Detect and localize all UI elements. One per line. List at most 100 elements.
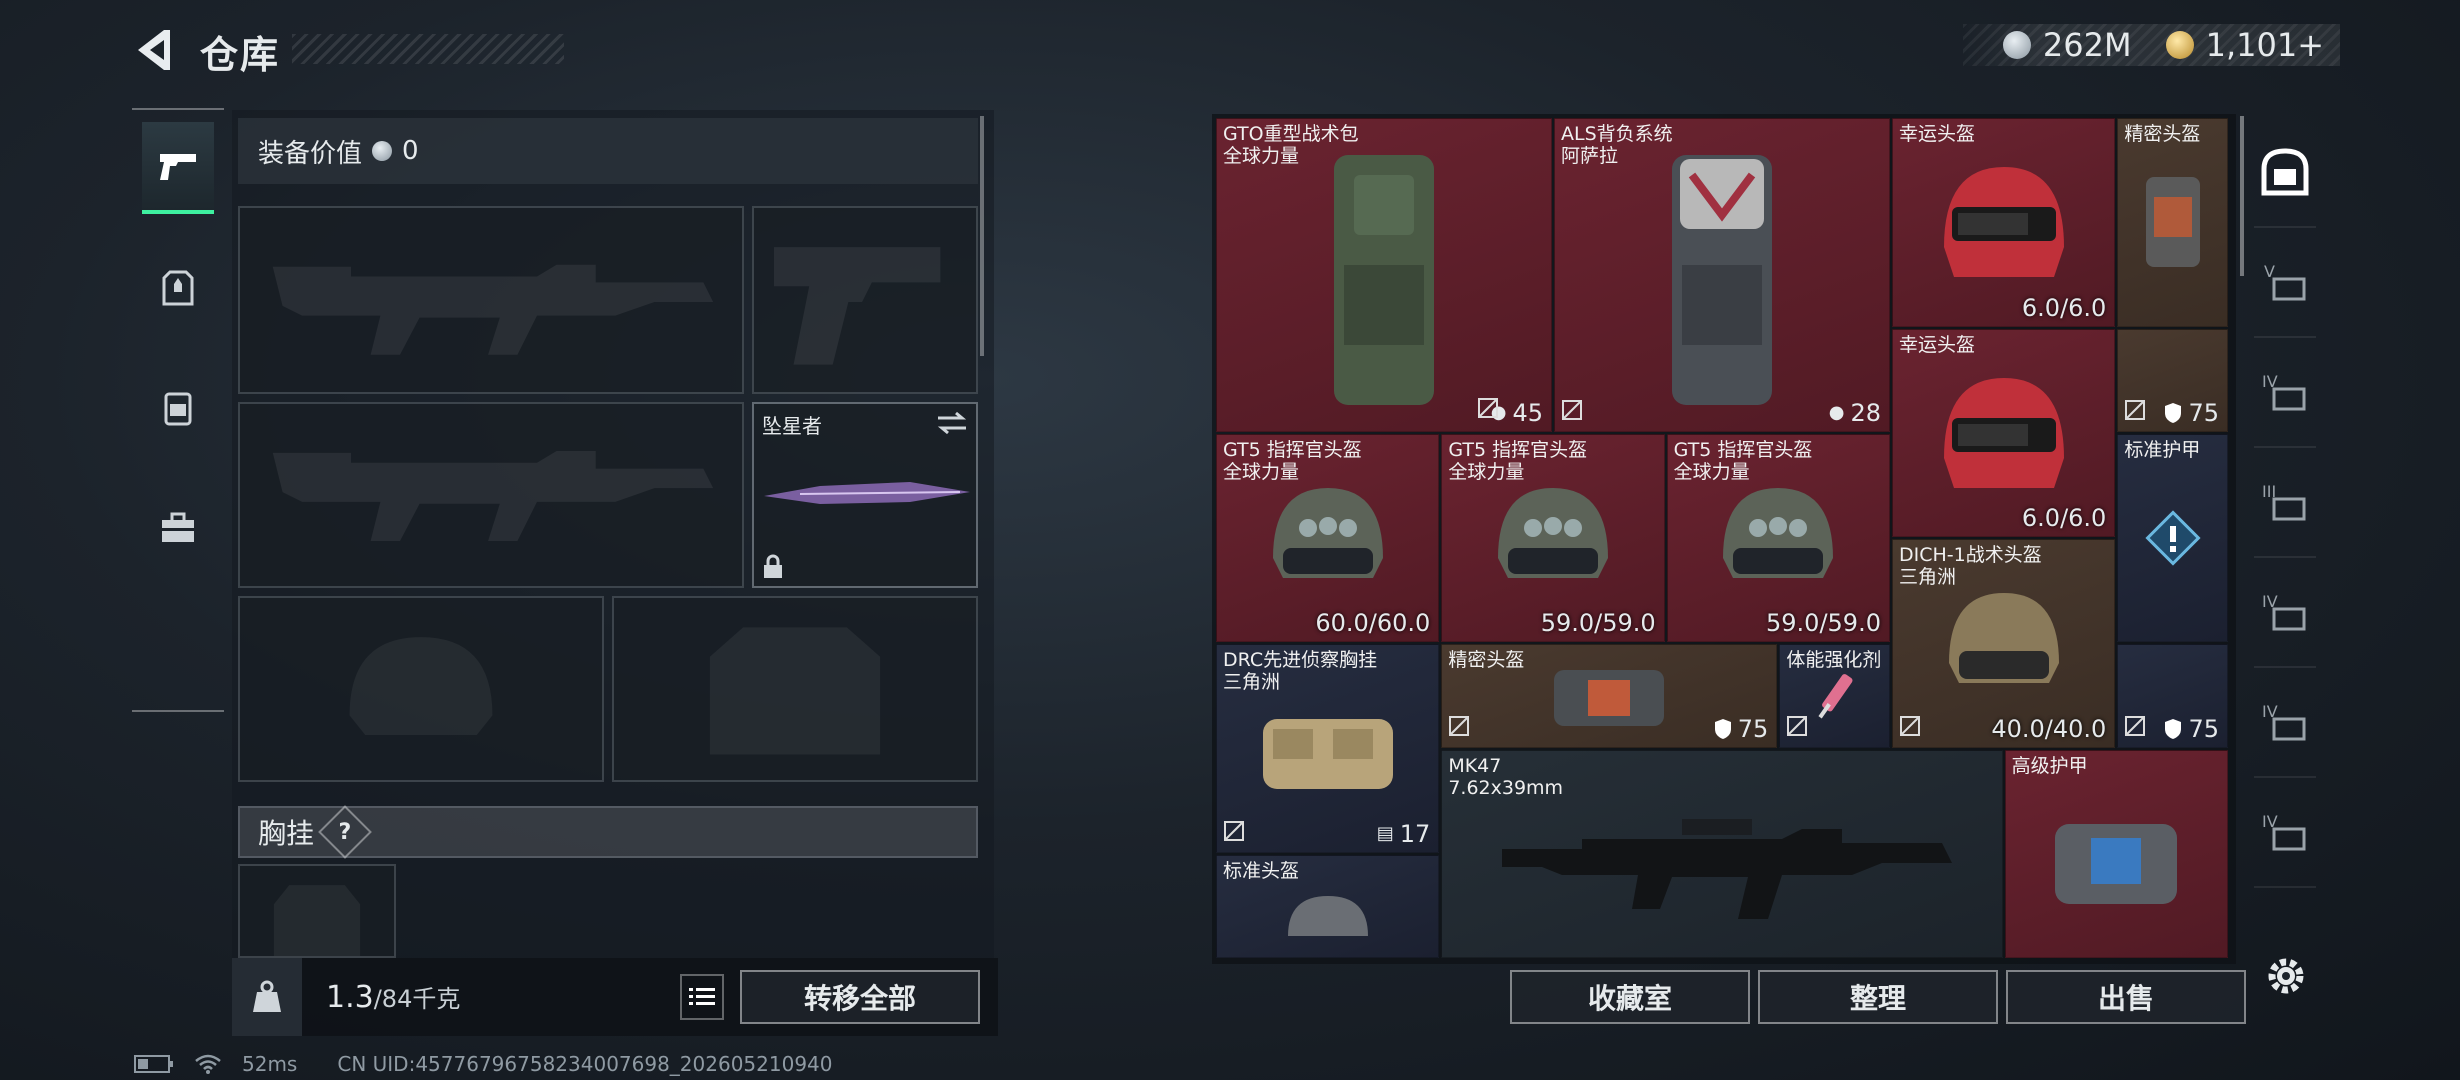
weight-icon [232,958,302,1036]
item-name: 精密头盔 [2124,123,2201,145]
pistol-slot[interactable] [752,206,978,394]
equipment-scrollbar[interactable] [980,116,984,356]
stash-item[interactable]: 幸运头盔 6.0/6.0 [1891,118,2116,327]
stash-scrollbar[interactable] [2240,116,2244,276]
stash-item[interactable]: 幸运头盔 6.0/6.0 [1891,328,2116,537]
armor-silhouette-icon [709,627,881,755]
collection-button[interactable]: 收藏室 [1510,970,1750,1024]
stash-item[interactable]: DRC先进侦察胸挂 三角洲 ▤ 17 [1216,644,1440,853]
stash-item[interactable]: 精密头盔 [2117,118,2228,327]
tab-backpack[interactable] [142,362,214,454]
secondary-weapon-slot[interactable] [238,402,744,588]
helmet-slot[interactable] [238,596,604,782]
equipment-value-bar: 装备价值 0 [238,118,978,184]
durability: 6.0/6.0 [2021,504,2107,532]
stash-item[interactable]: 高级护甲 [2004,749,2228,958]
storage-iv-icon: IV [2262,812,2306,851]
tab-armor[interactable] [142,242,214,334]
stash-item[interactable]: MK47 7.62x39mm [1441,749,2003,958]
pistol-silhouette-icon [773,247,941,365]
item-name: GT5 指挥官头盔 全球力量 [1448,438,1588,483]
stash-item[interactable]: GT5 指挥官头盔 全球力量 59.0/59.0 [1666,433,1890,643]
item-name: MK47 7.62x39mm [1448,754,1564,799]
equipment-value: 0 [402,136,419,166]
melee-name: 坠星者 [762,414,822,438]
item-name: GT5 指挥官头盔 全球力量 [1223,438,1362,483]
backpack-icon [164,392,192,426]
home-vault-icon [2261,148,2309,196]
tab-stash-5[interactable]: V [2254,228,2316,338]
tab-stash-4c[interactable]: IV [2254,668,2316,778]
helmet-silhouette-icon [349,637,493,735]
tab-stash-4b[interactable]: IV [2254,558,2316,668]
item-name: GT5 指挥官头盔 全球力量 [1673,438,1813,483]
armor-warning-icon [2118,435,2227,642]
stash-item[interactable]: DICH-1战术头盔 三角洲 40.0/40.0 [1891,539,2116,748]
stash-item[interactable]: 精密头盔 75 [1441,644,1778,748]
stash-item[interactable]: ALS背负系统 阿萨拉 ● 28 [1553,118,1890,432]
help-icon[interactable]: ? [318,805,372,859]
melee-slot[interactable]: 坠星者 [752,402,978,588]
stash-item[interactable]: GTO重型战术包 全球力量 ● 45 [1216,118,1552,432]
stash-item[interactable]: GT5 指挥官头盔 全球力量 59.0/59.0 [1441,433,1665,643]
currency-bar: 262M 1,101+ [1963,24,2340,66]
wifi-icon [195,1054,221,1074]
pistol-icon [160,154,196,180]
item-name: 高级护甲 [2011,754,2088,777]
swap-icon[interactable] [936,410,968,436]
stash-item[interactable]: 75 [2117,328,2228,432]
back-arrow-icon[interactable] [130,24,182,76]
tab-all-stash[interactable] [2254,118,2316,228]
transfer-all-button[interactable]: 转移全部 [740,970,980,1024]
no-insure-icon [1477,397,1499,423]
body-armor-slot[interactable] [612,596,978,782]
chest-rig-slot[interactable] [238,864,396,958]
no-insure-icon [1223,820,1245,846]
durability: 40.0/40.0 [1991,714,2107,743]
list-view-button[interactable] [680,974,724,1020]
no-insure-icon [1448,715,1470,741]
weight-current: 1.3 [326,980,374,1015]
page-title: 仓库 [200,33,281,77]
durability: 59.0/59.0 [1540,609,1656,638]
knife-icon [764,482,970,504]
uid: CN UID:45776796758234007698_202605210940 [337,1052,833,1076]
gold-amount: 1,101+ [2205,26,2324,64]
silver-amount: 262M [2042,26,2132,64]
primary-weapon-slot[interactable] [238,206,744,394]
no-insure-icon [1561,399,1583,425]
stash-item[interactable]: 体能强化剂 [1779,644,1890,748]
sort-button[interactable]: 整理 [1758,970,1998,1024]
vest-silhouette-icon [273,885,361,956]
tab-case[interactable] [142,482,214,574]
stash-item[interactable]: 标准护甲 [2117,433,2228,643]
no-insure-icon [1786,715,1808,741]
tab-stash-4a[interactable]: IV [2254,338,2316,448]
item-name: 体能强化剂 [1786,649,1882,672]
durability: 59.0/59.0 [1766,609,1881,638]
storage-v-icon: V [2264,262,2306,301]
chest-rig-header: 胸挂 ? [238,805,978,859]
armor-vest-icon [162,270,194,306]
silver-coin-icon [2002,31,2031,59]
sell-button[interactable]: 出售 [2006,970,2246,1024]
no-insure-icon [1899,715,1921,741]
assault-rifle-silhouette-icon [272,450,714,541]
status-bar: 52ms CN UID:45776796758234007698_2026052… [134,1052,833,1076]
tab-stash-3[interactable]: III [2254,448,2316,558]
toolbox-icon [162,512,194,542]
no-insure-icon [2124,399,2146,425]
chest-rig-label: 胸挂 [258,817,315,850]
no-insure-icon [2124,715,2146,741]
stash-item[interactable]: GT5 指挥官头盔 全球力量 60.0/60.0 [1216,433,1440,643]
tab-stash-4d[interactable]: IV [2254,778,2316,888]
gear-icon[interactable] [2262,952,2310,1000]
ping: 52ms [242,1052,298,1076]
stash-item[interactable]: 75 [2117,644,2228,748]
durability: 60.0/60.0 [1315,609,1431,638]
weight-readout: 1.3/84千克 [326,979,460,1015]
shield-icon [1714,718,1731,739]
item-name: 精密头盔 [1448,649,1525,672]
stash-item[interactable]: 标准头盔 [1216,854,1440,958]
tab-weapons[interactable] [142,122,214,214]
